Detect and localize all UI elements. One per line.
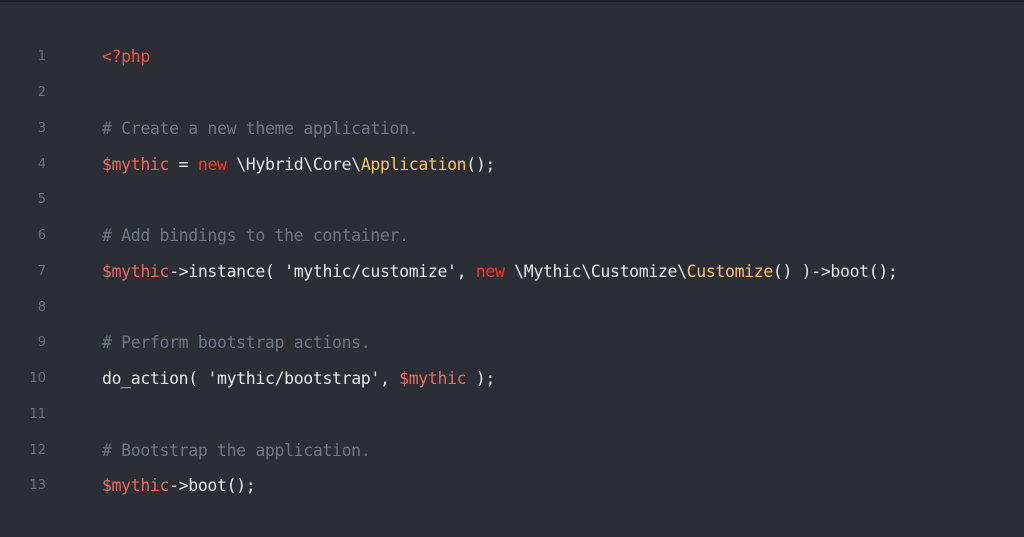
line-number: 4 <box>37 156 46 172</box>
code-line: 4 $mythic = new \Hybrid\Core\Application(… <box>0 146 1024 182</box>
code-token-class: Customize <box>686 261 774 281</box>
code-token-var: $mythic <box>102 261 170 281</box>
code-content: # Bootstrap the application. <box>102 440 371 460</box>
code-token-plain: \Mythic\Customize\ <box>504 261 687 281</box>
code-content: $mythic = new \Hybrid\Core\Application()… <box>102 155 495 174</box>
line-number: 7 <box>37 263 46 279</box>
code-editor: 1 <?php 2 3 # Create a new theme application… <box>0 0 1024 537</box>
line-number: 10 <box>29 371 46 387</box>
code-token-kw: new <box>197 154 227 174</box>
code-line: 9 # Perform bootstrap actions. <box>0 325 1024 361</box>
code-token-plain: , <box>379 369 400 389</box>
code-token-var: $mythic <box>102 154 170 174</box>
line-number: 9 <box>37 335 46 351</box>
code-token-plain: ->boot(); <box>169 476 256 496</box>
code-token-tag: <?php <box>102 47 150 67</box>
code-token-str: 'mythic/bootstrap' <box>207 369 380 389</box>
code-content: # Perform bootstrap actions. <box>102 333 371 353</box>
code-content: $mythic->boot(); <box>102 476 256 496</box>
code-line: 2 <box>0 75 1024 111</box>
code-line: 6 # Add bindings to the container. <box>0 218 1024 254</box>
code-token-comment: # Create a new theme application. <box>102 118 419 138</box>
code-line: 12 # Bootstrap the application. <box>0 432 1024 468</box>
line-number: 11 <box>29 406 46 422</box>
code-token-plain: (); <box>466 154 496 174</box>
line-number: 1 <box>37 49 46 65</box>
code-token-plain: \Hybrid\Core\ <box>226 154 361 174</box>
code-area: 1 <?php 2 3 # Create a new theme application… <box>0 39 1024 504</box>
line-number: 6 <box>37 228 46 244</box>
line-number: 2 <box>37 85 46 101</box>
code-token-plain: , <box>456 261 476 281</box>
line-number: 13 <box>29 478 46 494</box>
code-line: 8 <box>0 289 1024 325</box>
code-token-comment: # Bootstrap the application. <box>102 440 371 460</box>
code-token-plain: () )->boot(); <box>772 261 898 281</box>
code-token-plain: do_action( <box>102 369 208 389</box>
code-token-plain: = <box>169 154 198 174</box>
code-line: 11 <box>0 397 1024 433</box>
line-number: 12 <box>29 442 46 458</box>
code-token-kw: new <box>475 261 505 281</box>
code-line: 5 <box>0 182 1024 218</box>
code-token-comment: # Add bindings to the container. <box>102 226 409 246</box>
code-token-str: 'mythic/customize' <box>284 261 457 281</box>
code-line: 3 # Create a new theme application. <box>0 111 1024 147</box>
code-line: 1 <?php <box>0 39 1024 75</box>
code-line: 10 do_action( 'mythic/bootstrap', $mythic… <box>0 361 1024 397</box>
code-token-comment: # Perform bootstrap actions. <box>102 333 371 353</box>
code-token-var: $mythic <box>102 476 170 496</box>
line-number: 8 <box>37 299 46 315</box>
code-content: <?php <box>102 47 150 66</box>
code-line: 7 $mythic->instance( 'mythic/customize', … <box>0 254 1024 290</box>
code-content: # Add bindings to the container. <box>102 226 409 245</box>
code-content: do_action( 'mythic/bootstrap', $mythic )… <box>102 369 495 388</box>
code-token-var: $mythic <box>399 369 467 389</box>
code-token-class: Application <box>360 154 467 174</box>
code-line: 13 $mythic->boot(); <box>0 468 1024 504</box>
line-number: 3 <box>37 120 46 136</box>
code-token-plain: ->instance( <box>169 261 285 281</box>
code-content: # Create a new theme application. <box>102 118 419 138</box>
code-content: $mythic->instance( 'mythic/customize', n… <box>102 262 898 281</box>
line-number: 5 <box>37 192 46 208</box>
code-token-plain: ); <box>466 369 496 389</box>
